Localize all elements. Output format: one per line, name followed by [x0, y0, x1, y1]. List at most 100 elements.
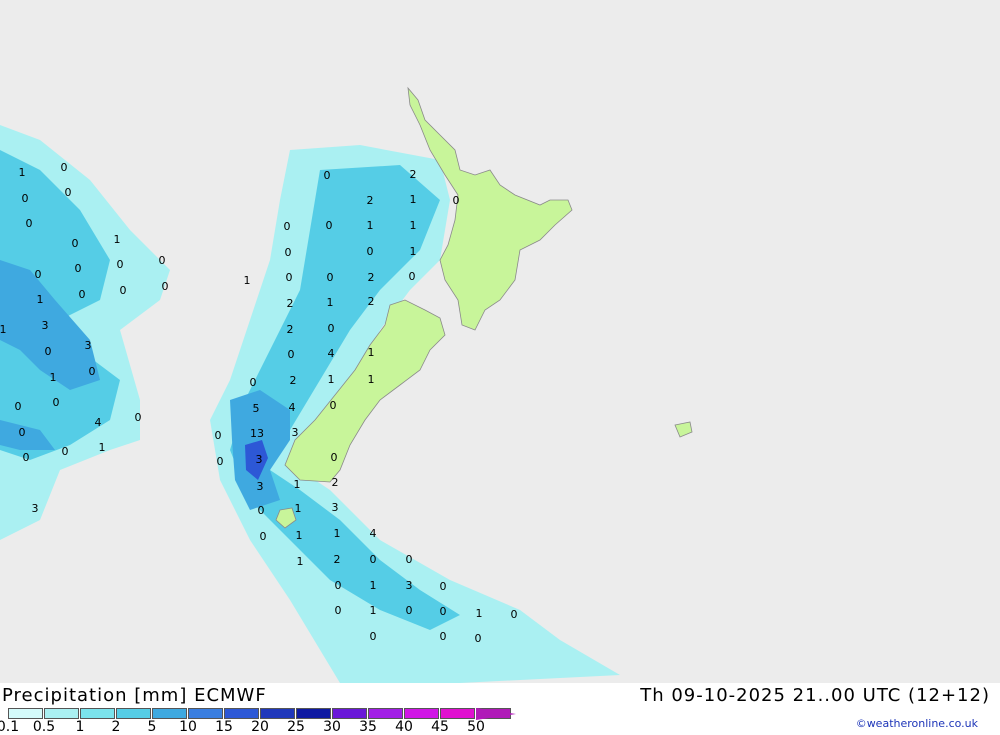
- precip-value: 3: [42, 319, 49, 332]
- precip-value: 0: [250, 376, 257, 389]
- precip-value: 2: [367, 194, 374, 207]
- precip-value: 1: [367, 219, 374, 232]
- precip-value: 1: [410, 219, 417, 232]
- legend-swatch: [8, 708, 43, 719]
- precip-value: 0: [19, 426, 26, 439]
- precip-value: 0: [23, 451, 30, 464]
- precip-value: 0: [45, 345, 52, 358]
- precip-value: 1: [296, 529, 303, 542]
- precip-value: 0: [258, 504, 265, 517]
- precip-value: 3: [332, 501, 339, 514]
- precip-value: 3: [406, 579, 413, 592]
- precip-value: 1: [476, 607, 483, 620]
- precip-value: 0: [335, 579, 342, 592]
- precip-value: 2: [332, 476, 339, 489]
- precip-value: 0: [89, 365, 96, 378]
- precip-value: 0: [286, 271, 293, 284]
- precipitation-map: 1 0 0 0 0 0 1 0 0 0 1 0 0 0 0 3 1 0 3 1 0 0 0 4 0 0 3 0 1 0 2 0 0 1 2 0 0 1 1 0…: [0, 0, 1000, 683]
- precip-value: 0: [61, 161, 68, 174]
- precip-value: 0: [15, 400, 22, 413]
- precip-value: 0: [335, 604, 342, 617]
- precip-value: 0: [326, 219, 333, 232]
- precip-value: 0: [72, 237, 79, 250]
- legend-swatch: [296, 708, 331, 719]
- precip-value: 0: [327, 271, 334, 284]
- precip-value: 1: [114, 233, 121, 246]
- precip-value: 1: [50, 371, 57, 384]
- precip-value: 0: [75, 262, 82, 275]
- precip-value: 0: [475, 632, 482, 645]
- legend-swatch: [80, 708, 115, 719]
- precip-value: 0: [53, 396, 60, 409]
- precip-value: 0: [440, 630, 447, 643]
- precip-value: 0: [159, 254, 166, 267]
- precip-value: 0: [324, 169, 331, 182]
- precip-value: 0: [367, 245, 374, 258]
- precip-value: 1: [294, 478, 301, 491]
- precip-value: 0: [440, 580, 447, 593]
- precip-value: 0: [406, 553, 413, 566]
- precip-value: 0: [453, 194, 460, 207]
- precip-value: 0: [288, 348, 295, 361]
- precip-value: 1: [327, 296, 334, 309]
- map-footer: Precipitation [mm] ECMWF Th 09-10-2025 2…: [0, 683, 1000, 735]
- precip-value: 1: [37, 293, 44, 306]
- sea-background: [0, 0, 1000, 683]
- precip-value: 1: [368, 346, 375, 359]
- precip-value: 0: [215, 429, 222, 442]
- precip-value: 3: [85, 339, 92, 352]
- precip-value: 0: [26, 217, 33, 230]
- precip-value: 2: [410, 168, 417, 181]
- legend-swatch: [152, 708, 187, 719]
- precip-value: 1: [99, 441, 106, 454]
- precip-value: 4: [95, 416, 102, 429]
- precip-value: 0: [260, 530, 267, 543]
- precip-value: 1: [370, 604, 377, 617]
- precip-value: 4: [289, 401, 296, 414]
- precip-value: 0: [35, 268, 42, 281]
- legend-swatch: [116, 708, 151, 719]
- precip-value: 1: [19, 166, 26, 179]
- precip-value: 2: [368, 271, 375, 284]
- precip-value: 1: [295, 502, 302, 515]
- precip-value: 3: [32, 502, 39, 515]
- precip-value: 0: [65, 186, 72, 199]
- precip-value: 1: [0, 323, 7, 336]
- precip-value: 0: [370, 553, 377, 566]
- precip-value: 2: [290, 374, 297, 387]
- legend-swatch: [188, 708, 223, 719]
- precip-value: 0: [79, 288, 86, 301]
- precip-value: 1: [244, 274, 251, 287]
- precip-value: 0: [331, 451, 338, 464]
- legend-arrow: [476, 708, 516, 720]
- precip-value: 0: [370, 630, 377, 643]
- precip-value: 1: [370, 579, 377, 592]
- precip-value: 4: [328, 347, 335, 360]
- legend-swatch: [332, 708, 367, 719]
- precip-value: 0: [330, 399, 337, 412]
- precip-value: 0: [328, 322, 335, 335]
- precip-value: 0: [440, 605, 447, 618]
- precip-value: 3: [292, 426, 299, 439]
- precip-value: 13: [250, 427, 264, 440]
- precip-value: 2: [287, 297, 294, 310]
- valid-time: Th 09-10-2025 21..00 UTC (12+12): [640, 685, 990, 706]
- legend-swatch: [224, 708, 259, 719]
- precip-value: 0: [22, 192, 29, 205]
- legend-swatch: [260, 708, 295, 719]
- precip-value: 0: [62, 445, 69, 458]
- precip-value: 1: [334, 527, 341, 540]
- precip-value: 5: [253, 402, 260, 415]
- legend-swatch: [368, 708, 403, 719]
- legend-swatch: [440, 708, 475, 719]
- precip-value: 0: [511, 608, 518, 621]
- credit-link[interactable]: ©weatheronline.co.uk: [856, 717, 978, 730]
- precip-value: 0: [120, 284, 127, 297]
- precip-value: 2: [368, 295, 375, 308]
- precip-value: 0: [406, 604, 413, 617]
- precip-value: 1: [410, 193, 417, 206]
- precip-value: 4: [370, 527, 377, 540]
- precip-value: 0: [284, 220, 291, 233]
- precip-value: 3: [256, 453, 263, 466]
- precip-value: 0: [135, 411, 142, 424]
